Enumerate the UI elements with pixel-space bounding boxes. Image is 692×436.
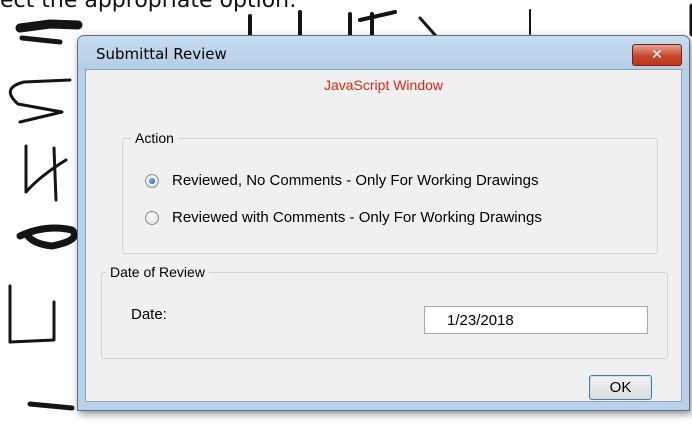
action-group: Action Reviewed, No Comments - Only For … [122,130,658,254]
close-icon: ✕ [651,47,663,63]
date-label: Date: [131,306,167,323]
radio-option-no-comments[interactable]: Reviewed, No Comments - Only For Working… [145,172,539,189]
action-group-legend: Action [131,130,178,146]
date-group-legend: Date of Review [106,264,209,280]
date-field[interactable] [424,306,648,334]
radio-label-no-comments: Reviewed, No Comments - Only For Working… [172,172,539,189]
ok-button[interactable]: OK [589,375,652,400]
dialog-subtitle: JavaScript Window [323,77,444,93]
radio-button-selected[interactable] [145,173,159,188]
date-of-review-group: Date of Review Date: [101,264,668,359]
radio-option-with-comments[interactable]: Reviewed with Comments - Only For Workin… [145,209,542,226]
radio-label-with-comments: Reviewed with Comments - Only For Workin… [172,209,542,226]
radio-button-unselected[interactable] [145,210,159,225]
dialog-title: Submittal Review [96,45,227,63]
close-button[interactable]: ✕ [632,44,682,66]
dialog-titlebar[interactable]: Submittal Review ✕ [78,36,689,70]
